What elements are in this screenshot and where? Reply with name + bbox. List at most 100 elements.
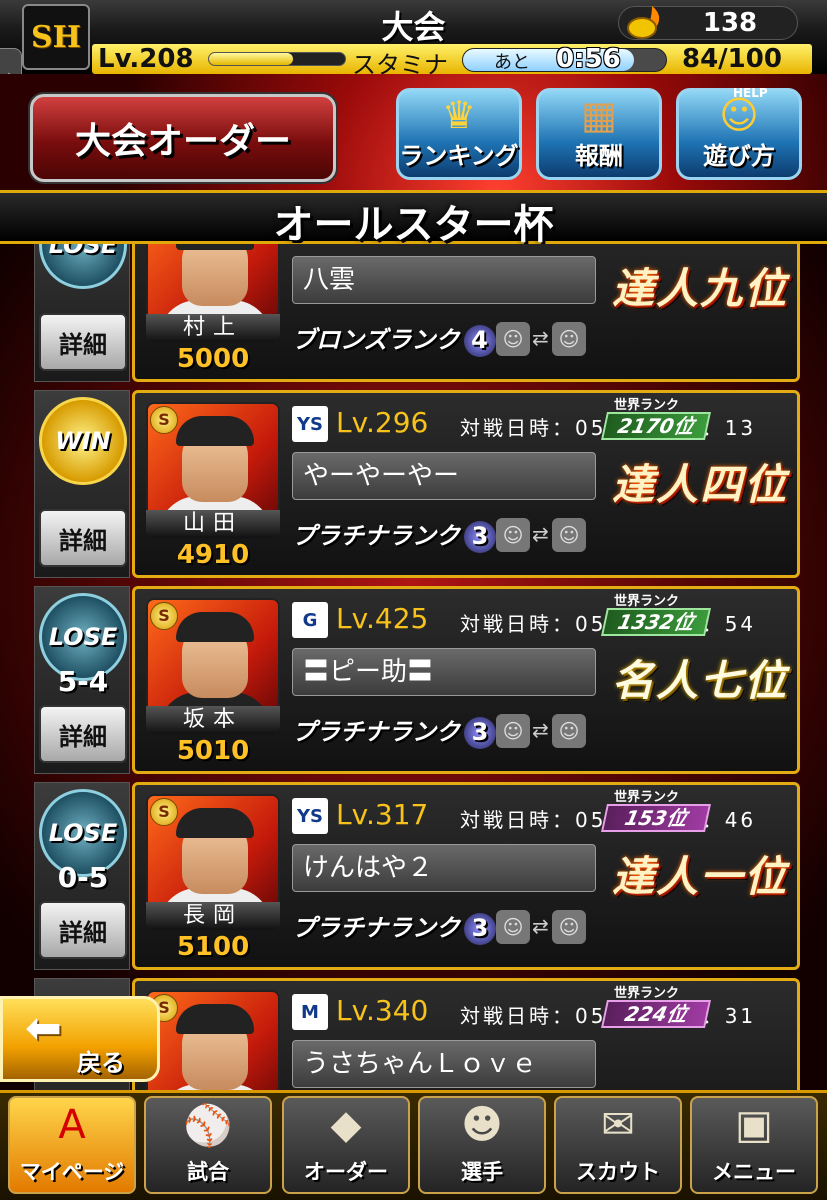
opponent-team-icon: G: [292, 602, 328, 638]
player-name: 山田: [146, 510, 280, 538]
exchange-arrow-icon: ⇄: [532, 522, 549, 546]
crown-icon: ♛: [441, 93, 477, 137]
detail-button[interactable]: 詳細: [39, 313, 127, 371]
coin-value: 138: [702, 8, 758, 38]
world-rank-label: 世界ランク: [614, 594, 680, 609]
opponent-rank: プラチナランク 3: [292, 516, 496, 553]
stadium-icon: ⚾: [183, 1103, 233, 1149]
opponent-rank: プラチナランク 3: [292, 908, 496, 945]
result-panel: LOSE 詳細: [34, 244, 130, 382]
nav-player[interactable]: ☻ 選手: [418, 1096, 546, 1194]
menu-icon: ▣: [735, 1102, 773, 1148]
opponent-team-icon: YS: [292, 406, 328, 442]
player-cap: [176, 416, 254, 446]
back-arrow-icon: ⬅: [25, 1003, 62, 1054]
detail-button[interactable]: 詳細: [39, 901, 127, 959]
friend-face-icon: ☺: [552, 910, 586, 944]
player-card[interactable]: S: [146, 990, 280, 1090]
player-power: 5100: [176, 932, 250, 962]
opponent-rank: プラチナランク 3: [292, 712, 496, 749]
player-power: 5010: [176, 736, 250, 766]
level-progress-fill: [209, 53, 294, 65]
match-score: 0-5: [57, 861, 109, 894]
dan-rank-emblem: 名人七位: [611, 656, 788, 705]
dan-rank-emblem: 達人一位: [611, 852, 788, 901]
player-cap: [176, 808, 254, 838]
opponent-name: 〓ピー助〓: [292, 648, 596, 696]
result-panel: LOSE 5-4 詳細: [34, 586, 130, 774]
player-name: 長岡: [146, 902, 280, 930]
nav-field[interactable]: ◆ オーダー: [282, 1096, 410, 1194]
opponent-rank: ブロンズランク 4: [292, 320, 496, 357]
match-row[interactable]: LOSE 5-4 詳細 S 坂本 5010 G Lv.425 対戦日時：05／1…: [34, 586, 800, 774]
howto-button[interactable]: ☺ 遊び方: [676, 88, 802, 180]
opponent-team-icon: YS: [292, 798, 328, 834]
cup-title: オールスター杯: [273, 202, 554, 248]
rank-number-icon: 3: [464, 717, 496, 749]
coin-fire-icon: [627, 6, 660, 39]
rarity-badge: S: [150, 406, 178, 434]
detail-button[interactable]: 詳細: [39, 705, 127, 763]
match-score: 5-4: [57, 665, 109, 698]
world-rank-value: 224位: [601, 1000, 711, 1028]
nav-scout[interactable]: ✉ スカウト: [554, 1096, 682, 1194]
match-row[interactable]: LOSE 0-5 詳細 S 長岡 5100 YS Lv.317 対戦日時：05／…: [34, 782, 800, 970]
exchange-arrow-icon: ⇄: [532, 718, 549, 742]
world-rank-label: 世界ランク: [614, 790, 680, 805]
lose-badge-icon: LOSE: [39, 244, 127, 289]
opponent-level: Lv.296: [336, 406, 429, 439]
world-rank-value: 153位: [601, 804, 711, 832]
player-name: 村上: [146, 314, 280, 342]
match-row[interactable]: WIN 詳細 S 山田 4910 YS Lv.296 対戦日時：05／11 19…: [34, 390, 800, 578]
opponent-name: けんはや２: [292, 844, 596, 892]
exchange-arrow-icon: ⇄: [532, 914, 549, 938]
opponent-team-icon: M: [292, 994, 328, 1030]
nav-mypage[interactable]: A マイページ: [8, 1096, 136, 1194]
player-power: 5000: [176, 344, 250, 374]
tournament-order-button[interactable]: 大会オーダー: [30, 94, 336, 182]
dan-rank-emblem: 達人九位: [611, 264, 788, 313]
rank-number-icon: 4: [463, 325, 496, 357]
opponent-level: Lv.425: [336, 602, 429, 635]
result-panel: WIN 詳細: [34, 390, 130, 578]
friend-status-icons: ☺ ⇄ ☺: [496, 518, 586, 552]
friend-face-icon: ☺: [552, 518, 586, 552]
player-cap: [176, 612, 254, 642]
dan-rank-emblem: 達人四位: [611, 460, 788, 509]
ranking-button[interactable]: ♛ ランキング: [396, 88, 522, 180]
player-cap: [176, 1004, 254, 1034]
treasure-chest-icon: ▦: [581, 93, 617, 137]
detail-button[interactable]: 詳細: [39, 509, 127, 567]
rarity-badge: S: [150, 798, 178, 826]
opponent-level: Lv.340: [336, 994, 429, 1027]
friend-face-icon: ☺: [552, 322, 586, 356]
win-badge-icon: WIN: [39, 397, 127, 485]
help-tag: HELP: [733, 86, 768, 100]
world-rank-label: 世界ランク: [614, 986, 680, 1001]
player-power: 4910: [176, 540, 250, 570]
back-button[interactable]: ⬅ 戻る: [0, 996, 160, 1082]
stamina-remaining-label: あと: [494, 52, 530, 73]
nav-stadium[interactable]: ⚾ 試合: [144, 1096, 272, 1194]
world-rank-value: 2170位: [601, 412, 711, 440]
player-name: 坂本: [146, 706, 280, 734]
world-rank-value: 1332位: [601, 608, 711, 636]
scout-icon: ✉: [601, 1102, 635, 1148]
opponent-name: 八雲: [292, 256, 596, 304]
rank-number-icon: 3: [464, 521, 496, 553]
match-list[interactable]: LOSE 詳細 村上 5000 八雲 ブロンズランク4 ☺ ⇄ ☺ 世界ランク …: [0, 244, 827, 1090]
nav-menu[interactable]: ▣ メニュー: [690, 1096, 818, 1194]
reward-button[interactable]: ▦ 報酬: [536, 88, 662, 180]
opponent-name: やーやーやー: [292, 452, 596, 500]
opponent-level: Lv.317: [336, 798, 429, 831]
friend-status-icons: ☺ ⇄ ☺: [496, 714, 586, 748]
stamina-timer: 0:56: [556, 44, 621, 74]
me-face-icon: ☺: [496, 518, 530, 552]
player-level: Lv.208: [98, 44, 194, 74]
player-cap: [176, 244, 254, 250]
me-face-icon: ☺: [496, 910, 530, 944]
match-row[interactable]: LOSE 詳細 村上 5000 八雲 ブロンズランク4 ☺ ⇄ ☺ 世界ランク …: [34, 244, 800, 382]
friend-status-icons: ☺ ⇄ ☺: [496, 322, 586, 356]
friend-status-icons: ☺ ⇄ ☺: [496, 910, 586, 944]
mypage-icon: A: [58, 1102, 86, 1148]
